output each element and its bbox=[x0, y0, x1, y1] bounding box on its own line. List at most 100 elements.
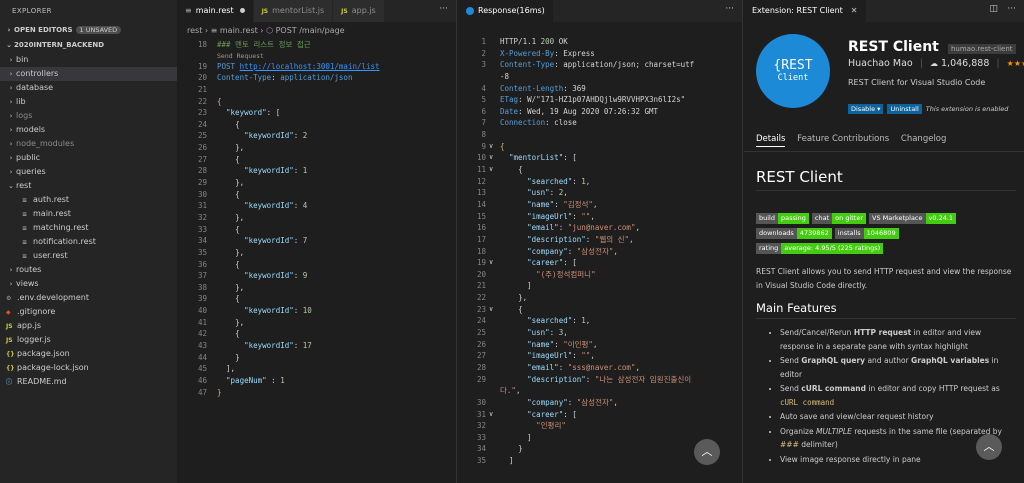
breadcrumb-file[interactable]: main.rest bbox=[220, 26, 258, 35]
readme-badge[interactable]: rating average: 4.95/5 (225 ratings) bbox=[756, 243, 884, 254]
tree-item[interactable]: › bin bbox=[0, 53, 177, 67]
extension-id: humao.rest-client bbox=[947, 44, 1016, 54]
rating-stars: ★★★★★ bbox=[1006, 59, 1024, 68]
tab-app-js[interactable]: JS app.js bbox=[333, 0, 385, 22]
response-line: 17 "description": "웹의 신", bbox=[476, 234, 634, 244]
tab-main-rest[interactable]: ≡ main.rest bbox=[177, 0, 254, 22]
unsaved-dot-icon[interactable] bbox=[239, 8, 245, 13]
breadcrumb-rest[interactable]: rest bbox=[187, 26, 202, 35]
code-line: 45 ], bbox=[197, 364, 236, 374]
response-line: 13 "usn": 2, bbox=[476, 188, 568, 198]
response-line: 28 "email": "sss@naver.com", bbox=[476, 362, 640, 372]
tree-item[interactable]: ◆ .gitignore bbox=[0, 305, 177, 319]
scroll-top-button[interactable]: ︿ bbox=[694, 439, 720, 465]
tree-item[interactable]: ≡ main.rest bbox=[0, 207, 177, 221]
uninstall-button[interactable]: Uninstall bbox=[887, 104, 922, 114]
tab-changelog[interactable]: Changelog bbox=[901, 134, 947, 144]
code-line: 23 "keyword": [ bbox=[197, 108, 281, 118]
code-line: 44 } bbox=[197, 352, 240, 362]
file-icon: ≡ bbox=[22, 197, 28, 204]
tab-response[interactable]: Response(16ms) bbox=[458, 0, 554, 22]
tree-item[interactable]: ≡ notification.rest bbox=[0, 235, 177, 249]
extension-logo: {REST Client bbox=[756, 34, 830, 108]
publisher-name[interactable]: Huachao Mao bbox=[848, 58, 913, 69]
response-line: 18 "company": "삼성전자", bbox=[476, 246, 618, 256]
tree-item[interactable]: › lib bbox=[0, 95, 177, 109]
file-icon: ◆ bbox=[6, 309, 11, 316]
tree-item[interactable]: ≡ auth.rest bbox=[0, 193, 177, 207]
response-line: 9 ∨{ bbox=[481, 141, 505, 151]
unsaved-badge: 1 UNSAVED bbox=[75, 26, 122, 34]
response-line: 7 Connection: close bbox=[481, 118, 577, 128]
code-line: 27 { bbox=[197, 154, 240, 164]
tree-item[interactable]: › database bbox=[0, 81, 177, 95]
response-line: 15 "imageUrl": "", bbox=[476, 211, 595, 221]
chevron-right-icon: › bbox=[9, 98, 13, 106]
tree-item[interactable]: {} package.json bbox=[0, 347, 177, 361]
breadcrumb-request[interactable]: POST /main/page bbox=[276, 26, 345, 35]
tab-extension[interactable]: Extension: REST Client ✕ bbox=[744, 0, 867, 22]
tree-item[interactable]: ⚙ .env.development bbox=[0, 291, 177, 305]
tree-item[interactable]: JS app.js bbox=[0, 319, 177, 333]
file-icon: ≡ bbox=[22, 211, 28, 218]
tree-item[interactable]: {} package-lock.json bbox=[0, 361, 177, 375]
response-more-icon[interactable]: ··· bbox=[725, 4, 734, 14]
response-line: 1 HTTP/1.1 200 OK bbox=[481, 37, 568, 46]
code-line: 21 bbox=[197, 84, 207, 94]
code-line: 33 { bbox=[197, 224, 240, 234]
code-line: 29 }, bbox=[197, 178, 245, 188]
extension-description: REST Client for Visual Studio Code bbox=[848, 78, 986, 87]
code-line: 32 }, bbox=[197, 212, 245, 222]
tree-item[interactable]: › routes bbox=[0, 263, 177, 277]
file-icon: ⚙ bbox=[6, 295, 12, 302]
chevron-right-icon: › bbox=[9, 154, 13, 162]
chevron-right-icon: › bbox=[9, 126, 13, 134]
send-request-link[interactable]: Send Request bbox=[177, 51, 456, 61]
file-icon: ≡ bbox=[22, 225, 28, 232]
code-line: 20 Content-Type: application/json bbox=[197, 73, 353, 83]
readme-heading: REST Client bbox=[756, 168, 843, 186]
code-line: 24 { bbox=[197, 119, 240, 129]
tab-details[interactable]: Details bbox=[756, 134, 786, 147]
split-editor-icon[interactable]: ◫ bbox=[989, 4, 998, 14]
tab-feature-contributions[interactable]: Feature Contributions bbox=[797, 134, 889, 144]
code-area[interactable]: 18 ### 멘토 리스트 정보 접근 Send Request 19 POST htt… bbox=[177, 39, 456, 398]
feature-item: Send/Cancel/Rerun HTTP request in editor… bbox=[780, 326, 1012, 353]
tree-item[interactable]: ⓘ README.md bbox=[0, 375, 177, 389]
tree-item[interactable]: › controllers bbox=[0, 67, 177, 81]
tree-item[interactable]: › node_modules bbox=[0, 137, 177, 151]
response-line: 31 ∨ "career": [ bbox=[476, 409, 577, 419]
chevron-right-icon: › bbox=[9, 168, 13, 176]
response-line: 22 }, bbox=[476, 293, 528, 303]
tree-item[interactable]: › public bbox=[0, 151, 177, 165]
tree-item[interactable]: ≡ user.rest bbox=[0, 249, 177, 263]
rest-client-icon bbox=[466, 6, 474, 15]
disable-button[interactable]: Disable ▾ bbox=[848, 104, 884, 114]
close-icon[interactable]: ✕ bbox=[851, 6, 858, 15]
ext-scroll-top-button[interactable]: ︿ bbox=[976, 434, 1002, 460]
tree-item[interactable]: › queries bbox=[0, 165, 177, 179]
tree-item[interactable]: ≡ matching.rest bbox=[0, 221, 177, 235]
tab-mentorlist-js[interactable]: JS mentorList.js bbox=[253, 0, 334, 22]
tree-item[interactable]: › logs bbox=[0, 109, 177, 123]
tree-item[interactable]: › views bbox=[0, 277, 177, 291]
tree-item[interactable]: ⌄ rest bbox=[0, 179, 177, 193]
code-line: 40 "keywordId": 10 bbox=[197, 306, 312, 316]
response-line: 12 "searched": 1, bbox=[476, 176, 591, 186]
extension-pane: Extension: REST Client ✕ ◫ ··· {REST Clien… bbox=[744, 0, 1024, 483]
tree-item[interactable]: › models bbox=[0, 123, 177, 137]
code-line: 38 }, bbox=[197, 282, 245, 292]
chevron-down-icon: ⌄ bbox=[8, 182, 14, 190]
chevron-right-icon: › bbox=[9, 56, 13, 64]
code-line: 36 { bbox=[197, 259, 240, 269]
response-line: 23 ∨ { bbox=[476, 304, 523, 314]
open-editors-section[interactable]: › OPEN EDITORS 1 UNSAVED bbox=[0, 23, 177, 38]
breadcrumb: rest › ≡ main.rest › ⬡ POST /main/page bbox=[187, 26, 345, 35]
tree-item[interactable]: JS logger.js bbox=[0, 333, 177, 347]
project-section[interactable]: ⌄ 2020INTERN_BACKEND bbox=[0, 38, 177, 53]
file-icon: JS bbox=[6, 323, 13, 330]
more-actions-icon[interactable]: ··· bbox=[439, 4, 448, 14]
response-body[interactable]: 1 HTTP/1.1 200 OK 2 X-Powered-By: Express 3 C… bbox=[458, 36, 742, 467]
extension-more-icon[interactable]: ··· bbox=[1007, 4, 1016, 14]
code-line: 34 "keywordId": 7 bbox=[197, 236, 308, 246]
